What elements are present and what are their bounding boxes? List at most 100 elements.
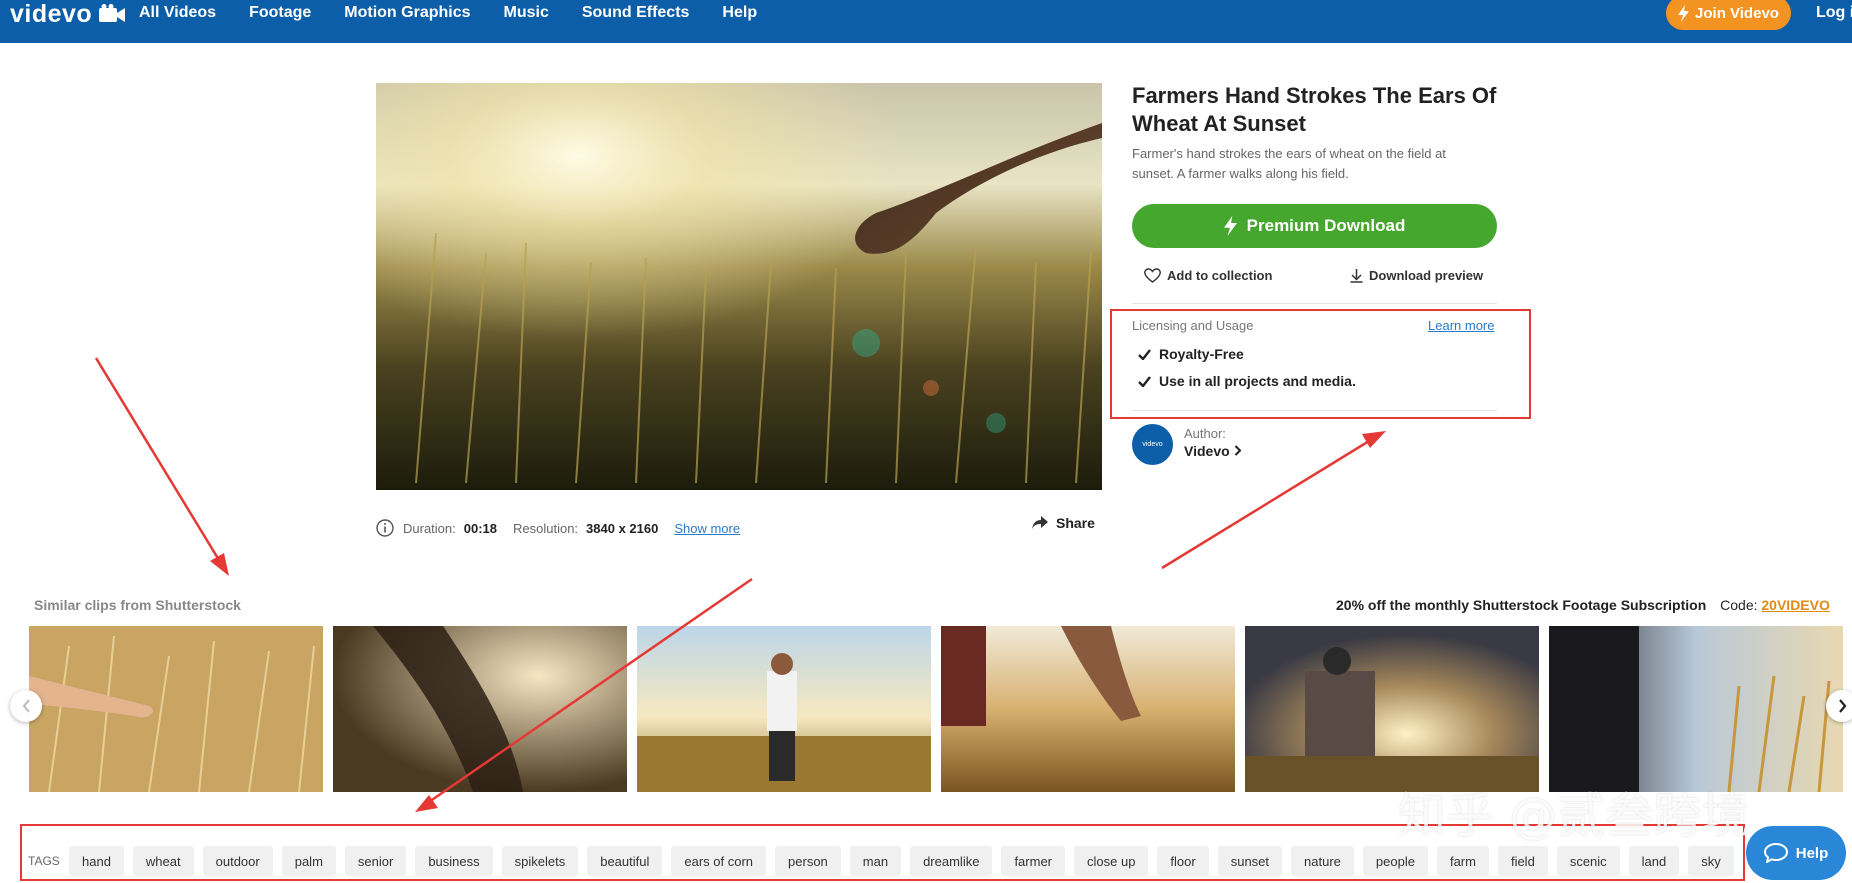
tag-beautiful[interactable]: beautiful [587,846,663,876]
tag-person[interactable]: person [775,846,841,876]
secondary-actions: Add to collection Download preview [1144,268,1484,288]
tag-farm[interactable]: farm [1436,846,1489,876]
share-icon [1032,516,1048,529]
bolt-icon [1678,4,1690,22]
heart-icon [1144,268,1161,283]
clip-image [941,626,1235,792]
tag-floor[interactable]: floor [1157,846,1209,876]
logo-text: videvo [10,0,93,28]
video-meta: Duration: 00:18 Resolution: 3840 x 2160 … [376,516,1102,540]
promo-code-link[interactable]: 20VIDEVO [1761,597,1829,613]
clip-image [637,626,931,792]
promo-code-label: Code: [1720,597,1758,613]
tag-scenic[interactable]: scenic [1556,846,1620,876]
clip-title: Farmers Hand Strokes The Ears Of Wheat A… [1132,83,1497,136]
duration-value: 00:18 [463,520,497,536]
add-to-collection-button[interactable]: Add to collection [1144,268,1272,283]
tag-people[interactable]: people [1362,846,1428,876]
camera-icon [99,4,126,22]
join-label: Join Videvo [1695,4,1779,22]
tag-list: hand wheat outdoor palm senior business … [69,846,1734,876]
tag-business[interactable]: business [415,846,493,876]
tag-outdoor[interactable]: outdoor [202,846,273,876]
duration-label: Duration: [403,520,456,536]
shutterstock-promo: 20% off the monthly Shutterstock Footage… [1336,597,1830,613]
help-label: Help [1795,844,1829,862]
clip-image [29,626,323,792]
avatar-text: videvo [1142,441,1163,448]
annotation-arrowhead [1362,431,1386,448]
tag-wheat[interactable]: wheat [132,846,194,876]
annotation-arrow [94,357,224,566]
tag-spikelets[interactable]: spikelets [501,846,579,876]
add-to-collection-label: Add to collection [1167,268,1273,283]
info-icon [376,519,394,537]
chevron-right-icon [1838,699,1846,713]
tag-ears-of-corn[interactable]: ears of corn [671,846,767,876]
tags-label: TAGS [28,854,60,868]
video-player[interactable] [376,83,1102,490]
carousel-prev-button[interactable] [10,690,42,722]
similar-heading: Similar clips from Shutterstock [34,597,241,613]
tag-man[interactable]: man [849,846,902,876]
annotation-licensing-box [1110,309,1531,419]
video-frame-image [376,83,1102,490]
chevron-left-icon [22,699,30,713]
login-link[interactable]: Log in [1816,4,1852,22]
author-label: Author: [1184,426,1226,441]
tag-field[interactable]: field [1497,846,1548,876]
tag-nature[interactable]: nature [1291,846,1354,876]
chat-bubble-icon [1763,843,1788,863]
nav-footage[interactable]: Footage [249,4,311,22]
premium-download-button[interactable]: Premium Download [1132,204,1497,248]
nav-help[interactable]: Help [722,4,757,22]
download-preview-button[interactable]: Download preview [1350,268,1483,283]
promo-text: 20% off the monthly Shutterstock Footage… [1336,597,1707,613]
tag-sky[interactable]: sky [1688,846,1734,876]
tag-hand[interactable]: hand [69,846,124,876]
nav-music[interactable]: Music [504,4,549,22]
tag-senior[interactable]: senior [344,846,407,876]
divider [1132,303,1497,304]
tag-close-up[interactable]: close up [1074,846,1149,876]
similar-clip-thumbnail[interactable] [637,626,931,792]
tag-sunset[interactable]: sunset [1217,846,1283,876]
nav-sound-effects[interactable]: Sound Effects [582,4,690,22]
similar-clips-carousel [29,626,1852,792]
top-nav: videvo All Videos Footage Motion Graphic… [0,0,1852,43]
tag-land[interactable]: land [1628,846,1680,876]
download-icon [1350,268,1363,283]
share-label: Share [1056,515,1095,531]
annotation-arrowhead [415,795,438,812]
help-button[interactable]: Help [1746,826,1846,880]
similar-clip-thumbnail[interactable] [333,626,627,792]
resolution-value: 3840 x 2160 [586,520,659,536]
author-name: Videvo [1184,443,1230,459]
share-button[interactable]: Share [1032,515,1095,531]
join-videvo-button[interactable]: Join Videvo [1666,0,1791,30]
chevron-right-icon [1234,445,1241,456]
tag-farmer[interactable]: farmer [1001,846,1065,876]
nav-links: All Videos Footage Motion Graphics Music… [139,4,790,22]
videvo-logo[interactable]: videvo [10,0,126,28]
tag-dreamlike[interactable]: dreamlike [910,846,993,876]
nav-all-videos[interactable]: All Videos [139,4,216,22]
show-more-link[interactable]: Show more [674,521,740,536]
author-name-link[interactable]: Videvo [1184,443,1242,459]
carousel-next-button[interactable] [1826,690,1852,722]
nav-motion-graphics[interactable]: Motion Graphics [344,4,470,22]
clip-description: Farmer's hand strokes the ears of wheat … [1132,146,1446,181]
clip-image [1549,626,1843,792]
premium-label: Premium Download [1246,216,1406,235]
similar-clip-thumbnail[interactable] [1549,626,1843,792]
similar-clip-thumbnail[interactable] [29,626,323,792]
clip-image [1245,626,1539,792]
resolution-label: Resolution: [513,520,579,536]
similar-clip-thumbnail[interactable] [1245,626,1539,792]
annotation-arrowhead [210,553,229,576]
zhihu-watermark: 知乎 @贰叁跨境 [1398,788,1750,844]
download-preview-label: Download preview [1369,268,1484,283]
tag-palm[interactable]: palm [281,846,336,876]
similar-clip-thumbnail[interactable] [941,626,1235,792]
author-avatar[interactable]: videvo [1132,424,1173,465]
